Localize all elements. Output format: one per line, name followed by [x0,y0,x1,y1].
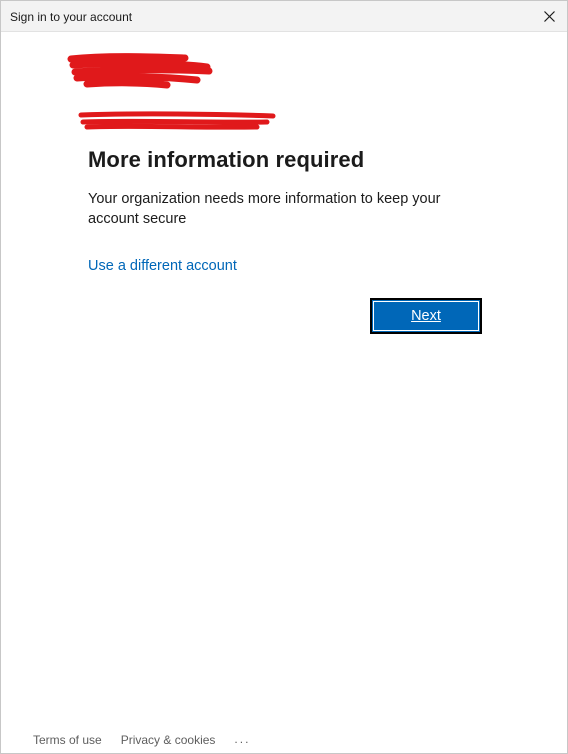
close-button[interactable] [531,1,567,32]
privacy-cookies-link[interactable]: Privacy & cookies [121,733,216,747]
title-bar: Sign in to your account [1,1,567,32]
footer: Terms of use Privacy & cookies ... [33,732,250,747]
page-title: More information required [88,147,365,172]
redacted-account-email [77,110,277,132]
use-different-account-link[interactable]: Use a different account [88,258,237,274]
info-description: Your organization needs more information… [88,191,441,227]
redacted-logo [67,53,217,93]
more-options-button[interactable]: ... [234,732,250,746]
close-icon [543,11,555,22]
sign-in-window: Sign in to your account More information… [0,0,568,754]
next-button[interactable]: Next [370,298,482,334]
window-title: Sign in to your account [10,10,133,24]
terms-of-use-link[interactable]: Terms of use [33,733,102,747]
